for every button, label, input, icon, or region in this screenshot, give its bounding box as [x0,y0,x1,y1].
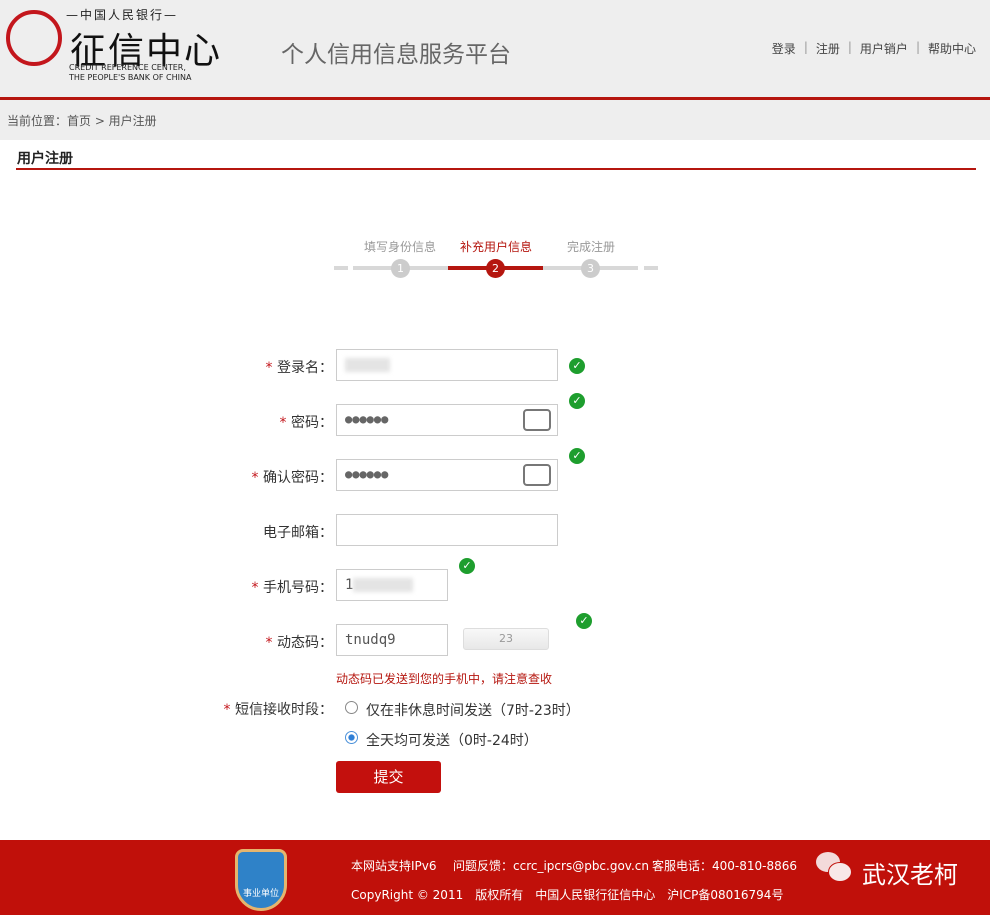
step-1-label: 填写身份信息 [363,240,436,254]
service-phone-text: 客服电话：400-810-8866 [652,859,798,873]
confirm-password-input[interactable]: ●●●●●● [336,459,558,491]
sms-option-radio-selected[interactable] [345,731,358,744]
step-2-label: 补充用户信息 [459,240,532,254]
ipv6-text: 本网站支持IPv6 [351,859,437,873]
copyright-text: CopyRight © 2011 版权所有 中国人民银行征信中心 沪ICP备08… [351,888,784,902]
login-name-label: * 登录名： [265,360,333,376]
feedback-text: 问题反馈：ccrc_ipcrs@pbc.gov.cn [453,859,649,873]
progress-bar [334,266,348,270]
keyboard-icon[interactable] [523,464,551,486]
password-input[interactable]: ●●●●●● [336,404,558,436]
email-label: 电子邮箱： [263,525,333,541]
login-name-input[interactable] [336,349,558,381]
step-2-dot: 2 [486,259,505,278]
public-institution-badge-icon[interactable]: 事业单位 [235,849,287,911]
phone-label: * 手机号码： [251,580,333,596]
submit-button[interactable]: 提交 [336,761,441,793]
logo-english: CREDIT REFERENCE CENTER, THE PEOPLE'S BAN… [69,63,192,82]
credit-center-logo-icon [6,10,62,66]
step-3-dot: 3 [581,259,600,278]
sms-period-label: * 短信接收时段： [223,702,333,718]
sms-option-label[interactable]: 全天均可发送（0时-24时） [366,730,538,750]
progress-bar [644,266,658,270]
nav-register[interactable]: 注册 [816,40,840,57]
step-1-dot: 1 [391,259,410,278]
nav-help[interactable]: 帮助中心 [928,40,976,57]
code-input[interactable]: tnudq9 [336,624,448,656]
platform-title: 个人信用信息服务平台 [281,42,511,68]
phone-input[interactable]: 1 [336,569,448,601]
step-3-label: 完成注册 [566,240,615,254]
check-icon: ✓ [576,613,592,629]
check-icon: ✓ [459,558,475,574]
code-label: * 动态码： [265,635,333,651]
email-input[interactable] [336,514,558,546]
check-icon: ✓ [569,393,585,409]
page-title: 用户注册 [17,151,73,167]
confirm-password-label: * 确认密码： [251,470,333,486]
sms-option-radio[interactable] [345,701,358,714]
breadcrumb: 当前位置：首页 > 用户注册 [0,100,990,140]
title-divider [16,168,976,170]
check-icon: ✓ [569,358,585,374]
resend-countdown-button[interactable]: 23 [463,628,549,650]
check-icon: ✓ [569,448,585,464]
nav-cancel-account[interactable]: 用户销户 [860,40,908,57]
sms-option-label[interactable]: 仅在非休息时间发送（7时-23时） [366,700,580,720]
nav-login[interactable]: 登录 [772,40,796,57]
wechat-icon [816,852,854,884]
code-hint: 动态码已发送到您的手机中，请注意查收 [336,672,553,686]
password-label: * 密码： [279,415,333,431]
watermark-text: 武汉老柯 [862,861,958,889]
keyboard-icon[interactable] [523,409,551,431]
logo-small-text: —中国人民银行— [66,8,179,22]
top-nav: 登录 | 注册 | 用户销户 | 帮助中心 [771,40,976,57]
